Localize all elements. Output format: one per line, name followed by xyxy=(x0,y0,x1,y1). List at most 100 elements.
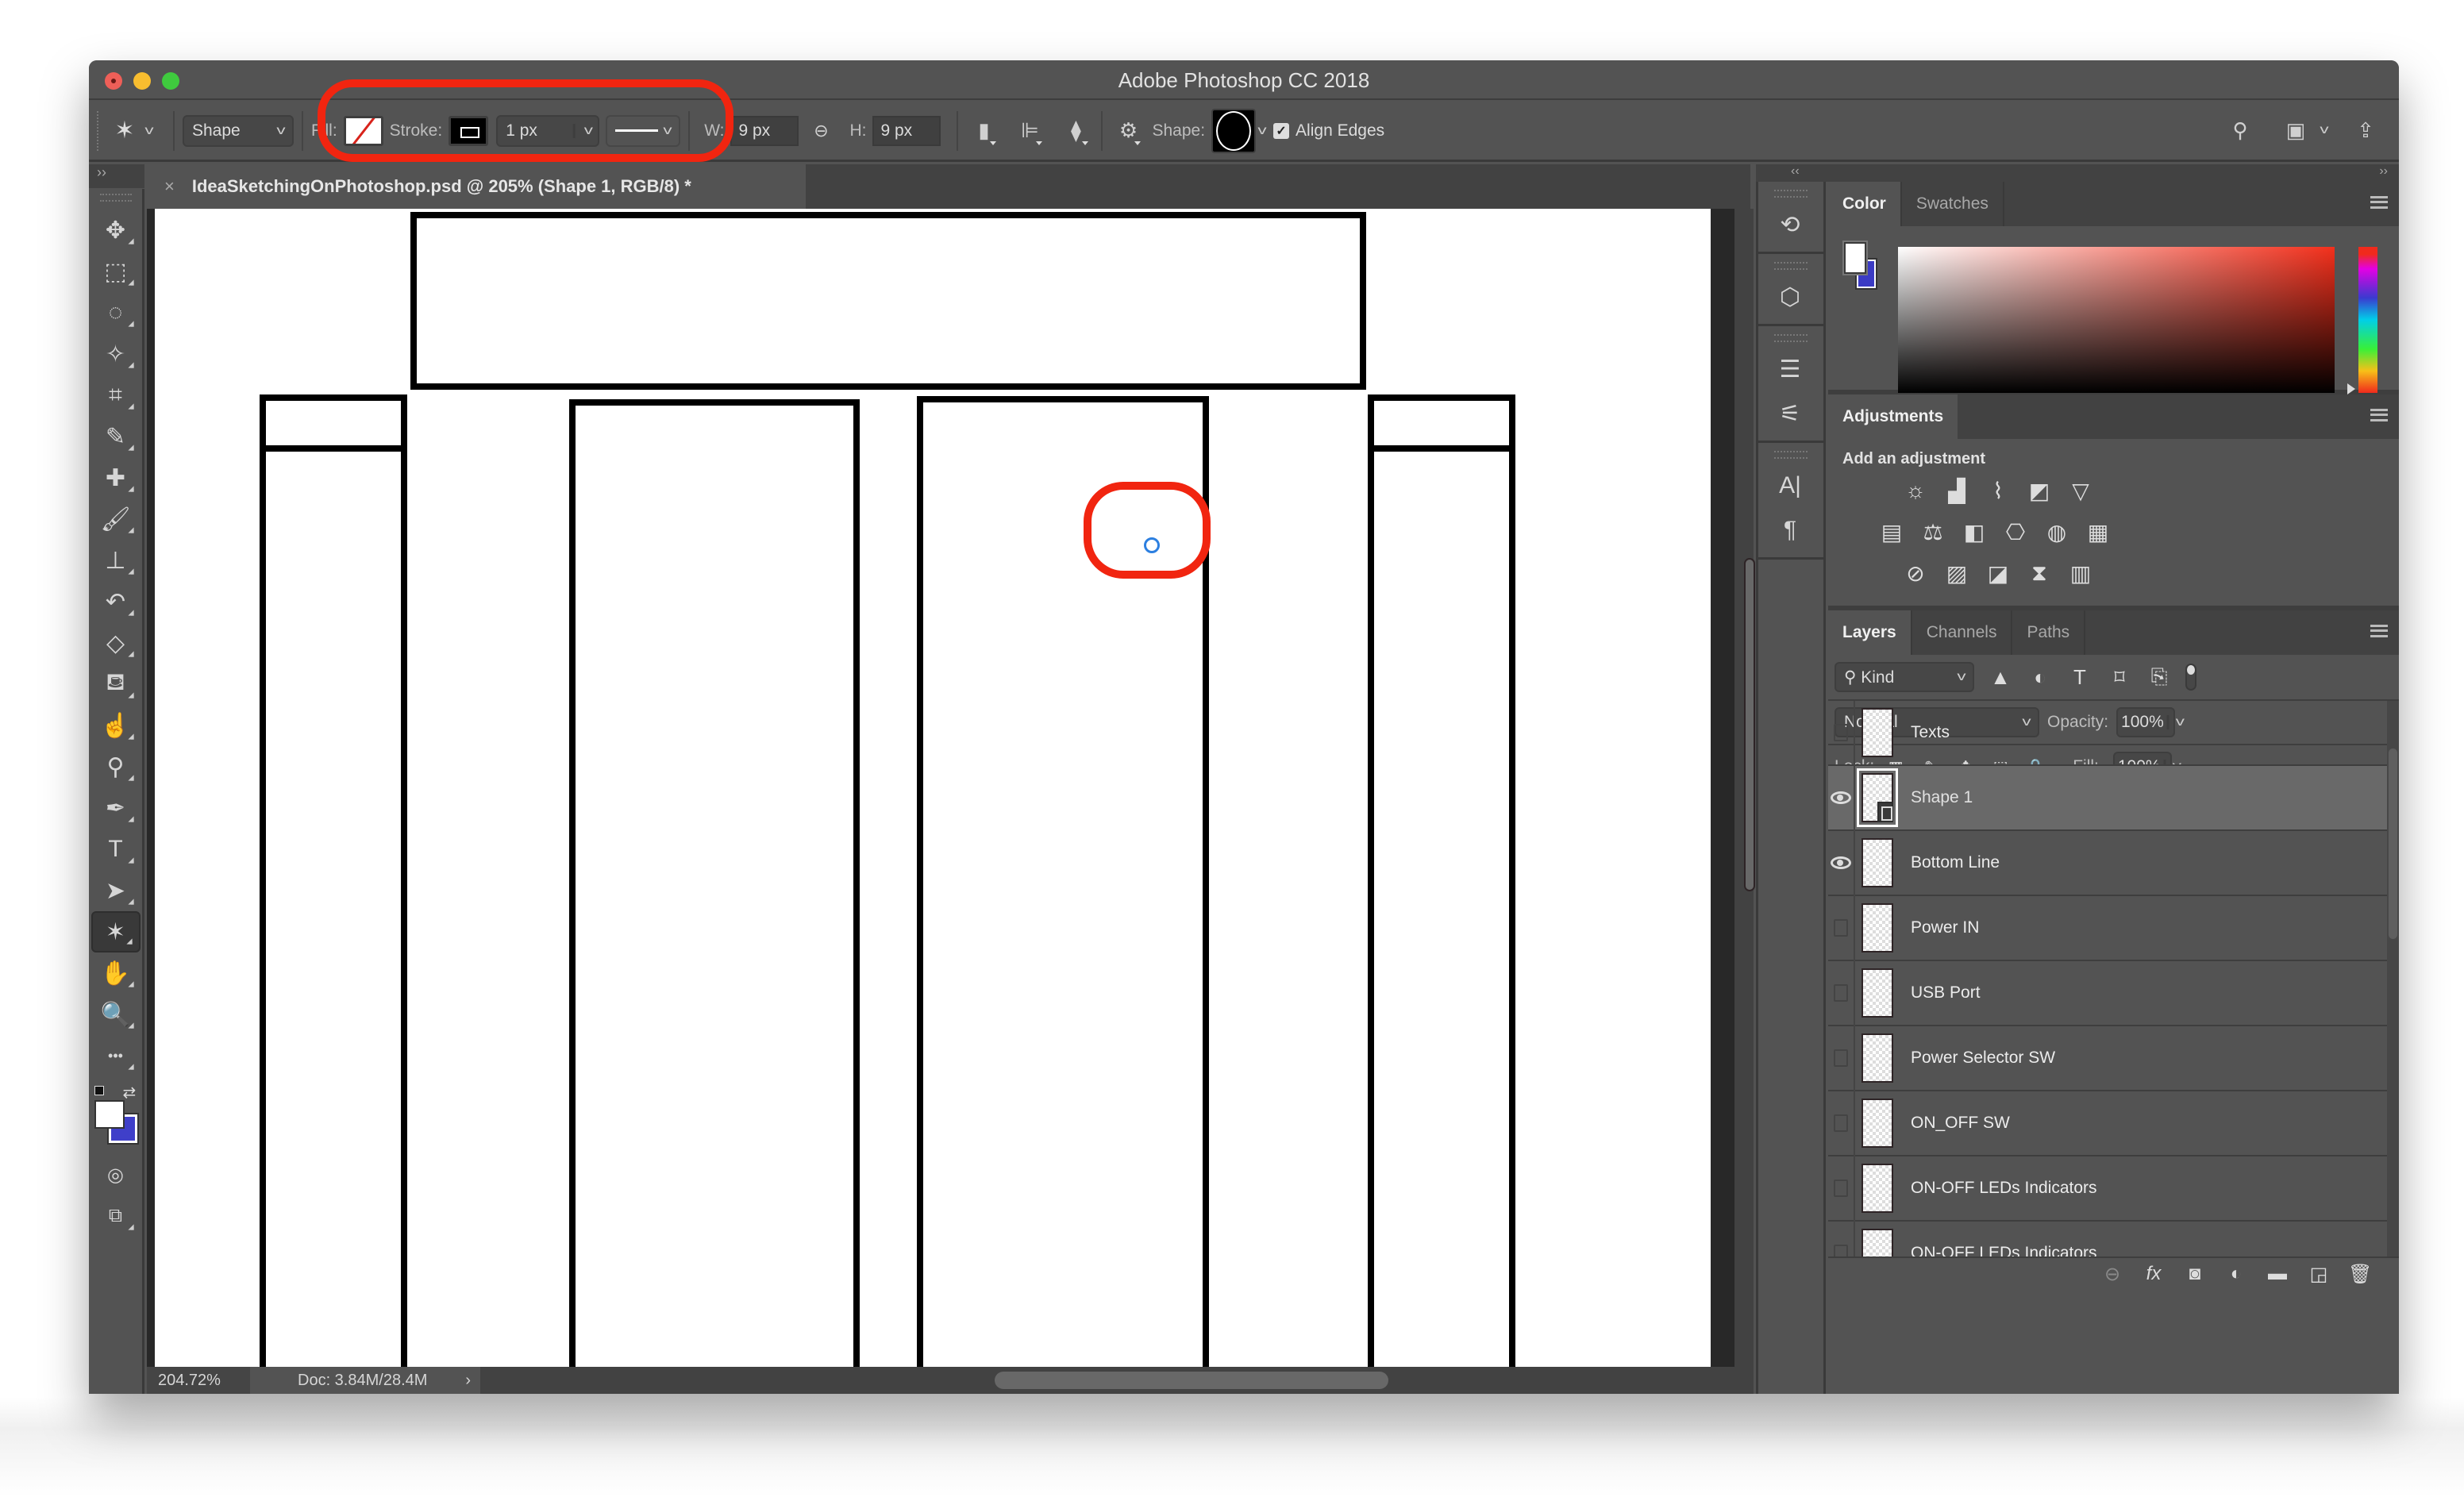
tab-layers[interactable]: Layers xyxy=(1828,610,1912,655)
eyedropper-tool[interactable]: ✎ xyxy=(91,416,141,457)
healing-brush-tool[interactable]: ✚ xyxy=(91,457,141,498)
visibility-toggle[interactable] xyxy=(1828,1026,1855,1091)
history-icon[interactable]: ⟲ xyxy=(1758,202,1822,247)
swap-colors-icon[interactable]: ⇄ xyxy=(123,1083,137,1103)
3d-icon[interactable]: ⬡ xyxy=(1758,275,1822,319)
marquee-tool[interactable]: ⬚ xyxy=(91,251,141,292)
filter-smart-object-icon[interactable]: ⎘ xyxy=(2146,664,2173,690)
path-operations-button[interactable]: ▮ xyxy=(966,114,1001,148)
layer-row[interactable]: Bottom Line xyxy=(1828,830,2387,896)
layer-thumbnail[interactable] xyxy=(1861,903,1893,952)
dock-grip[interactable] xyxy=(1774,334,1808,342)
chevron-down-icon[interactable]: v xyxy=(2320,123,2328,137)
layers-scrollbar[interactable] xyxy=(2387,701,2399,1256)
hue-slider[interactable] xyxy=(2358,247,2377,393)
history-brush-tool[interactable]: ↶ xyxy=(91,581,141,622)
dock-grip[interactable] xyxy=(1774,190,1808,198)
lasso-tool[interactable]: ◌ xyxy=(91,292,141,333)
dock-grip[interactable] xyxy=(1774,262,1808,270)
paragraph-icon[interactable]: ¶ xyxy=(1758,508,1822,552)
vertical-scrollbar[interactable] xyxy=(1734,209,1755,1374)
crop-tool[interactable]: ⌗ xyxy=(91,375,141,416)
document-tab[interactable]: × IdeaSketchingOnPhotoshop.psd @ 205% (S… xyxy=(147,164,806,209)
search-button[interactable]: ⚲ xyxy=(2223,113,2258,148)
close-document-icon[interactable]: × xyxy=(164,176,175,197)
visibility-toggle[interactable] xyxy=(1828,765,1855,830)
panel-menu-icon[interactable] xyxy=(2370,196,2388,209)
share-button[interactable]: ⇪ xyxy=(2348,113,2383,148)
visibility-toggle[interactable] xyxy=(1828,1091,1855,1156)
tab-swatches[interactable]: Swatches xyxy=(1902,182,2004,226)
smudge-tool[interactable]: ☝ xyxy=(91,705,141,746)
foreground-color-chip[interactable] xyxy=(1842,241,1868,275)
layer-row[interactable]: Texts xyxy=(1828,701,2387,766)
shape-picker-button[interactable] xyxy=(1211,108,1257,153)
quick-mask-button[interactable]: ◎ xyxy=(91,1154,141,1195)
black-white-icon[interactable]: ◧ xyxy=(1958,518,1990,546)
visibility-toggle[interactable] xyxy=(1828,1156,1855,1221)
visibility-toggle[interactable] xyxy=(1828,701,1855,765)
layer-thumbnail[interactable] xyxy=(1861,708,1893,757)
layer-thumbnail[interactable] xyxy=(1861,1099,1893,1148)
foreground-color-swatch[interactable] xyxy=(94,1100,125,1129)
add-mask-icon[interactable]: ◙ xyxy=(2183,1263,2207,1285)
edit-toolbar[interactable]: ••• xyxy=(91,1035,141,1076)
new-layer-icon[interactable]: ◲ xyxy=(2307,1263,2331,1286)
posterize-icon[interactable]: ▨ xyxy=(1941,559,1973,587)
default-colors-button[interactable] xyxy=(94,1086,107,1099)
dock-grip[interactable] xyxy=(1774,451,1808,459)
panel-menu-icon[interactable] xyxy=(2370,409,2388,421)
layer-thumbnail[interactable] xyxy=(1861,1033,1893,1083)
rotate-view-tool[interactable]: ✋ xyxy=(91,952,141,994)
path-selection-tool[interactable]: ➤ xyxy=(91,870,141,911)
brightness-contrast-icon[interactable]: ☼ xyxy=(1900,476,1931,505)
move-tool[interactable]: ✥ xyxy=(91,210,141,251)
color-lookup-icon[interactable]: ▦ xyxy=(2082,518,2114,546)
layer-row[interactable]: Power Selector SW xyxy=(1828,1026,2387,1091)
layer-row[interactable]: Shape 1 xyxy=(1828,765,2387,831)
layer-thumbnail[interactable] xyxy=(1857,768,1898,827)
canvas-area[interactable] xyxy=(147,209,1734,1374)
color-spectrum[interactable] xyxy=(1898,247,2335,393)
type-tool[interactable]: T xyxy=(91,829,141,870)
exposure-icon[interactable]: ◩ xyxy=(2023,476,2055,505)
visibility-toggle[interactable] xyxy=(1828,830,1855,895)
brush-presets-icon[interactable]: ☰ xyxy=(1758,347,1822,391)
character-icon[interactable]: A| xyxy=(1758,464,1822,508)
tab-color[interactable]: Color xyxy=(1828,182,1902,226)
tool-preset-picker[interactable]: ✶ v xyxy=(102,111,165,151)
layer-thumbnail[interactable] xyxy=(1861,968,1893,1018)
vibrance-icon[interactable]: ▽ xyxy=(2065,476,2096,505)
doc-info[interactable]: Doc: 3.84M/28.4M › xyxy=(250,1367,480,1394)
layer-thumbnail[interactable] xyxy=(1861,838,1893,887)
new-group-icon[interactable]: ▬ xyxy=(2266,1263,2289,1285)
fx-icon[interactable]: fx xyxy=(2142,1263,2166,1285)
document-canvas[interactable] xyxy=(155,209,1711,1374)
screen-mode-button[interactable]: ⧉ xyxy=(91,1195,141,1237)
invert-icon[interactable]: ⊘ xyxy=(1900,559,1931,587)
layer-row[interactable]: ON-OFF LEDs Indicators xyxy=(1828,1221,2387,1256)
geometry-options-button[interactable]: ⚙ xyxy=(1111,114,1145,148)
photo-filter-icon[interactable]: ⎔ xyxy=(2000,518,2031,546)
tab-adjustments[interactable]: Adjustments xyxy=(1828,394,1958,439)
filter-shape-icon[interactable]: ⌑ xyxy=(2106,665,2133,690)
stroke-swatch-button[interactable] xyxy=(449,115,489,146)
layer-row[interactable]: USB Port xyxy=(1828,960,2387,1026)
height-input[interactable]: 9 px xyxy=(872,115,941,146)
brush-tool[interactable]: 🖌 xyxy=(91,498,141,540)
chevron-down-icon[interactable]: v xyxy=(1257,124,1266,138)
layer-filter-select[interactable]: ⚲ Kind v xyxy=(1835,662,1974,692)
color-balance-icon[interactable]: ⚖ xyxy=(1917,518,1949,546)
gradient-map-icon[interactable]: ▥ xyxy=(2065,559,2096,587)
vertical-scroll-thumb[interactable] xyxy=(1744,558,1755,891)
path-arrangement-button[interactable]: ⧫ xyxy=(1058,114,1093,148)
layer-row[interactable]: ON_OFF SW xyxy=(1828,1091,2387,1156)
link-layers-icon[interactable]: ⊖ xyxy=(2100,1263,2124,1286)
filter-type-icon[interactable]: T xyxy=(2066,665,2093,690)
levels-icon[interactable]: ▟ xyxy=(1941,476,1973,505)
align-edges-checkbox[interactable]: ✓ xyxy=(1273,122,1290,139)
layer-thumbnail[interactable] xyxy=(1861,1229,1893,1256)
layer-row[interactable]: Power IN xyxy=(1828,895,2387,961)
magic-wand-tool[interactable]: ✧ xyxy=(91,333,141,375)
zoom-level[interactable]: 204.72% xyxy=(147,1367,250,1394)
